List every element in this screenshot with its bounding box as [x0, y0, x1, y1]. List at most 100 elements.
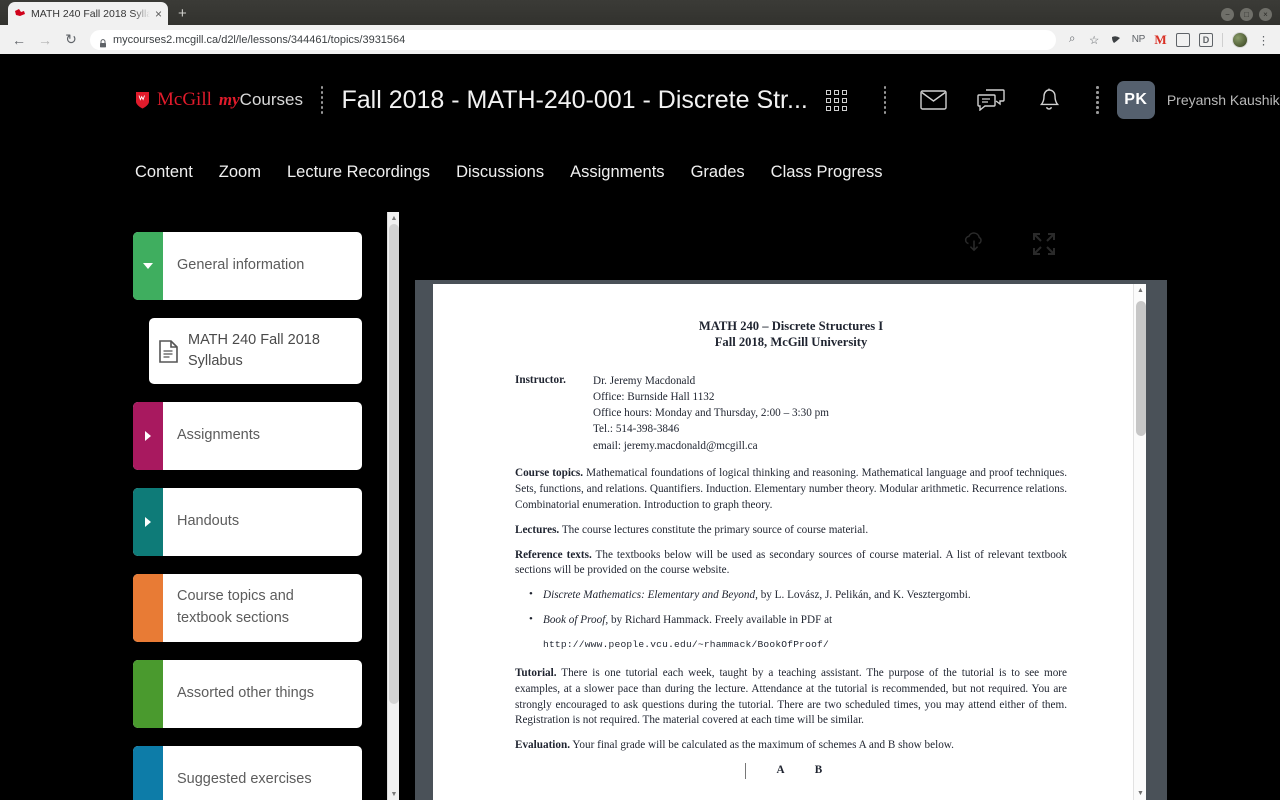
window-minimize-button[interactable]: − — [1221, 8, 1234, 21]
user-avatar[interactable]: PK — [1116, 81, 1155, 119]
page-scrollbar[interactable]: ▲ ▼ — [387, 212, 399, 800]
extension-box-icon[interactable] — [1176, 32, 1190, 47]
fullscreen-icon[interactable] — [1031, 231, 1057, 257]
doc-reference-list: Discrete Mathematics: Elementary and Bey… — [515, 587, 1067, 629]
browser-tab[interactable]: MATH 240 Fall 2018 Syllab × — [8, 2, 168, 25]
profile-avatar[interactable] — [1232, 31, 1248, 48]
address-bar[interactable]: mycourses2.mcgill.ca/d2l/le/lessons/3444… — [90, 29, 1056, 50]
doc-tutorial: Tutorial. There is one tutorial each wee… — [515, 666, 1067, 730]
user-name[interactable]: Preyansh Kaushik — [1167, 92, 1280, 108]
module-accent — [133, 402, 163, 471]
waffle-menu-icon[interactable] — [822, 85, 852, 115]
sidebar-module-course-topics[interactable]: Course topics and textbook sections — [133, 574, 362, 643]
document-icon — [159, 339, 178, 363]
chevron-right-icon — [145, 517, 151, 528]
doc-course-topics-text: Mathematical foundations of logical thin… — [515, 466, 1067, 511]
lesson-sidebar: General information MATH 240 Fall 2018 S… — [133, 232, 362, 800]
mcgill-brand[interactable]: McGill myCourses — [135, 89, 303, 111]
doc-tutorial-label: Tutorial. — [515, 666, 557, 679]
nav-item-discussions[interactable]: Discussions — [456, 163, 544, 182]
pdf-scrollbar-up-arrow[interactable]: ▲ — [1134, 284, 1146, 297]
chevron-right-icon — [145, 431, 151, 442]
mcgill-wordmark: McGill — [157, 89, 212, 110]
module-accent — [133, 574, 163, 643]
window-maximize-button[interactable]: □ — [1240, 8, 1253, 21]
scrollbar-up-arrow[interactable]: ▲ — [388, 212, 400, 224]
module-accent — [133, 746, 163, 800]
chat-icon[interactable] — [976, 85, 1006, 115]
doc-instructor-label: Instructor. — [515, 373, 566, 386]
doc-instructor-line: Office: Burnside Hall 1132 — [593, 390, 715, 403]
user-divider-dots — [1096, 86, 1099, 114]
sidebar-module-suggested-exercises[interactable]: Suggested exercises — [133, 746, 362, 800]
extension-gmail-icon[interactable]: M — [1154, 31, 1167, 49]
course-title[interactable]: Fall 2018 - MATH-240-001 - Discrete Str.… — [341, 86, 807, 115]
extension-pocket-icon[interactable] — [1110, 31, 1123, 49]
doc-instructor-block: Instructor. Dr. Jeremy Macdonald Office:… — [515, 373, 1067, 454]
scrollbar-thumb[interactable] — [389, 224, 399, 704]
doc-reference-item-rest: by Richard Hammack. Freely available in … — [608, 614, 833, 627]
nav-item-lecture-recordings[interactable]: Lecture Recordings — [287, 163, 430, 182]
doc-reference-item: Book of Proof, by Richard Hammack. Freel… — [515, 612, 1067, 629]
header-actions: PK Preyansh Kaushik — [808, 81, 1280, 119]
page-content: General information MATH 240 Fall 2018 S… — [0, 198, 1280, 800]
toolbar-icons: ⌕ ☆ NP M D ⋮ — [1066, 31, 1272, 49]
table-header-b: B — [814, 764, 823, 777]
nav-item-content[interactable]: Content — [135, 163, 193, 182]
back-button[interactable]: ← — [8, 29, 30, 51]
download-icon[interactable] — [961, 231, 987, 257]
sidebar-module-general-information[interactable]: General information — [133, 232, 362, 300]
mcgill-shield-icon — [135, 91, 150, 109]
nav-item-class-progress[interactable]: Class Progress — [771, 163, 883, 182]
sidebar-module-assignments[interactable]: Assignments — [133, 402, 362, 471]
tab-close-icon[interactable]: × — [155, 8, 162, 20]
doc-spacer — [515, 456, 1067, 466]
doc-instructor-line: Office hours: Monday and Thursday, 2:00 … — [593, 407, 829, 420]
table-header-a: A — [776, 764, 785, 777]
tab-title: MATH 240 Fall 2018 Syllab — [31, 7, 150, 20]
doc-spacer — [515, 351, 1067, 373]
pdf-scrollbar[interactable]: ▲ ▼ — [1133, 284, 1146, 800]
browser-toolbar: ← → ↻ mycourses2.mcgill.ca/d2l/le/lesson… — [0, 25, 1280, 54]
reload-button[interactable]: ↻ — [60, 29, 82, 51]
window-close-button[interactable]: × — [1259, 8, 1272, 21]
nav-item-zoom[interactable]: Zoom — [219, 163, 261, 182]
doc-lectures: Lectures. The course lectures constitute… — [515, 523, 1067, 539]
sidebar-module-assorted-other-things[interactable]: Assorted other things — [133, 660, 362, 729]
page-zoom-icon[interactable]: ⌕ — [1066, 31, 1079, 49]
forward-button[interactable]: → — [34, 29, 56, 51]
bookmark-star-icon[interactable]: ☆ — [1088, 31, 1101, 49]
browser-window: MATH 240 Fall 2018 Syllab × + − □ × ← → … — [0, 0, 1280, 800]
mycourses-courses: Courses — [239, 90, 303, 109]
doc-instructor-line: Tel.: 514-398-3846 — [593, 423, 680, 436]
header-divider-dots — [320, 86, 324, 114]
notifications-bell-icon[interactable] — [1034, 85, 1064, 115]
doc-reference-item-title: Discrete Mathematics: Elementary and Bey… — [543, 589, 758, 602]
extension-np-icon[interactable]: NP — [1132, 31, 1146, 49]
pdf-page: MATH 240 – Discrete Structures I Fall 20… — [433, 284, 1146, 800]
pdf-scrollbar-thumb[interactable] — [1135, 301, 1146, 436]
module-label: Course topics and textbook sections — [177, 588, 294, 627]
doc-instructor-lines: Dr. Jeremy Macdonald Office: Burnside Ha… — [593, 373, 829, 454]
browser-menu-icon[interactable]: ⋮ — [1257, 31, 1270, 49]
sidebar-module-handouts[interactable]: Handouts — [133, 488, 362, 557]
new-tab-button[interactable]: + — [178, 5, 187, 22]
course-nav: Content Zoom Lecture Recordings Discussi… — [0, 146, 1280, 198]
syllabus-document: MATH 240 – Discrete Structures I Fall 20… — [515, 318, 1067, 780]
doc-course-topics: Course topics. Mathematical foundations … — [515, 466, 1067, 514]
module-accent — [133, 488, 163, 557]
sidebar-topic-syllabus[interactable]: MATH 240 Fall 2018 Syllabus — [149, 318, 362, 385]
chevron-down-icon — [143, 263, 153, 269]
mycourses-my: my — [218, 90, 240, 109]
viewer-toolbar — [961, 231, 1057, 257]
nav-item-assignments[interactable]: Assignments — [570, 163, 664, 182]
doc-evaluation: Evaluation. Your final grade will be cal… — [515, 738, 1067, 754]
module-label: Suggested exercises — [177, 771, 312, 788]
pdf-scrollbar-down-arrow[interactable]: ▼ — [1134, 787, 1146, 800]
nav-item-grades[interactable]: Grades — [691, 163, 745, 182]
email-icon[interactable] — [918, 85, 948, 115]
doc-reference-url[interactable]: http://www.people.vcu.edu/~rhammack/Book… — [515, 638, 1067, 652]
scrollbar-down-arrow[interactable]: ▼ — [388, 788, 400, 800]
extension-d-icon[interactable]: D — [1199, 32, 1213, 47]
doc-title-line2: Fall 2018, McGill University — [714, 335, 868, 350]
